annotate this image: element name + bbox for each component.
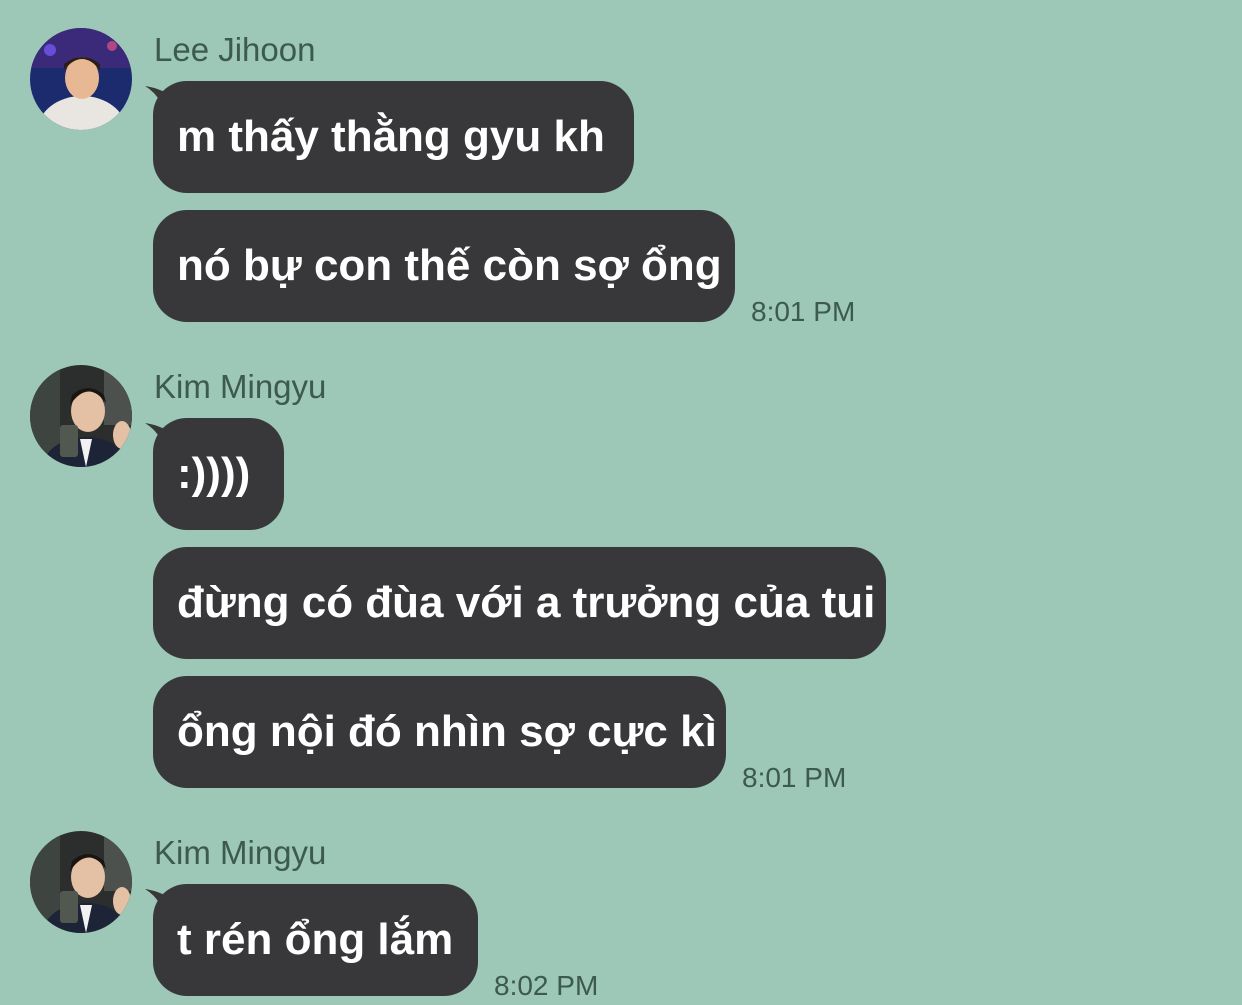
avatar-photo-icon [30,28,132,130]
message-bubble[interactable]: t rén ổng lắm [153,884,478,996]
message-timestamp: 8:01 PM [751,296,856,327]
avatar-kim-mingyu[interactable] [30,831,132,933]
message-bubble[interactable]: :)))) [153,418,284,530]
message-timestamp: 8:01 PM [742,762,847,793]
message-bubble[interactable]: ổng nội đó nhìn sợ cực kì [153,676,726,788]
avatar-photo-icon [30,365,132,467]
avatar-photo-icon [30,831,132,933]
message-bubble[interactable]: đừng có đùa với a trưởng của tui [153,547,886,659]
sender-name: Kim Mingyu [154,834,327,871]
avatar-kim-mingyu[interactable] [30,365,132,467]
avatar-lee-jihoon[interactable] [30,28,132,130]
message-bubble[interactable]: nó bự con thế còn sợ ổng [153,210,735,322]
sender-name: Lee Jihoon [154,31,316,68]
message-timestamp: 8:02 PM [494,970,599,1001]
sender-name: Kim Mingyu [154,368,327,405]
message-bubble[interactable]: m thấy thằng gyu kh [153,81,634,193]
